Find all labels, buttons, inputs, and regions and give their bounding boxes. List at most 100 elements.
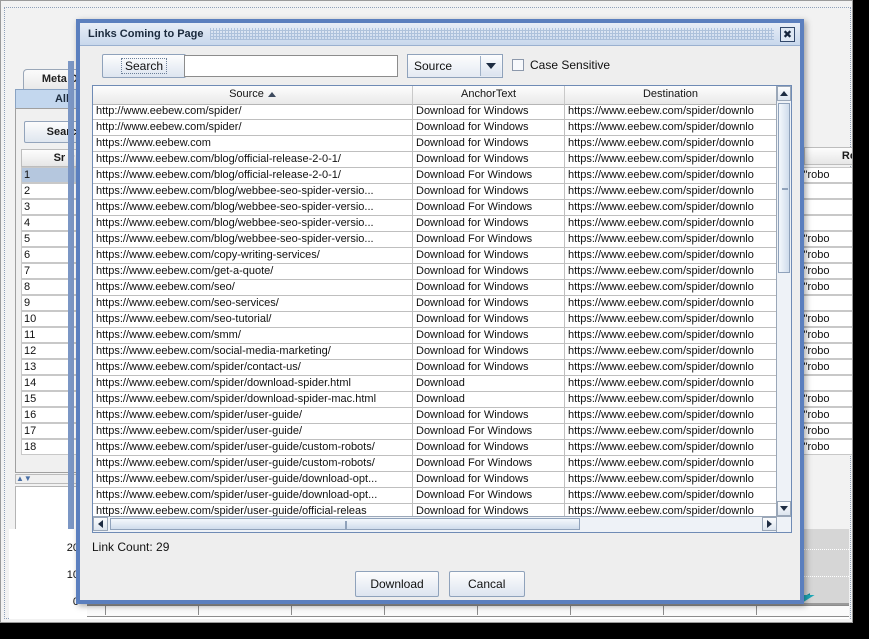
close-icon[interactable]: ✖ bbox=[780, 26, 795, 42]
horizontal-scrollbar-thumb[interactable] bbox=[110, 518, 580, 530]
table-cell: Download For Windows bbox=[413, 488, 565, 504]
table-row[interactable]: https://www.eebew.com/spider/user-guide/… bbox=[93, 488, 777, 504]
table-row[interactable]: https://www.eebew.com/smm/Download for W… bbox=[93, 328, 777, 344]
sr-number: 8 bbox=[24, 281, 31, 293]
table-cell: http://www.eebew.com/spider/ bbox=[93, 120, 413, 136]
sr-number: 16 bbox=[24, 409, 37, 421]
table-cell: https://www.eebew.com/spider/downlo bbox=[565, 328, 777, 344]
table-cell: https://www.eebew.com/blog/webbee-seo-sp… bbox=[93, 184, 413, 200]
table-cell: Download for Windows bbox=[413, 216, 565, 232]
chevron-down-icon[interactable] bbox=[480, 56, 501, 76]
column-header-source[interactable]: Source bbox=[93, 86, 413, 104]
table-row[interactable]: https://www.eebew.com/blog/webbee-seo-sp… bbox=[93, 232, 777, 248]
scroll-right-icon[interactable] bbox=[762, 517, 777, 531]
table-row[interactable]: https://www.eebew.com/seo/Download for W… bbox=[93, 280, 777, 296]
dialog-title-bar[interactable]: Links Coming to Page ✖ bbox=[80, 23, 800, 46]
panel-divider bbox=[68, 61, 74, 551]
dialog-title: Links Coming to Page bbox=[88, 28, 204, 40]
table-row[interactable]: https://www.eebew.com/spider/user-guide/… bbox=[93, 408, 777, 424]
table-cell: https://www.eebew.com/spider/user-guide/… bbox=[93, 440, 413, 456]
table-cell: https://www.eebew.com/spider/downlo bbox=[565, 472, 777, 488]
chart-x-tick bbox=[384, 605, 385, 615]
background-right-panel: Robo e="roboe="roboe="roboe="roboe="robo… bbox=[790, 131, 852, 471]
table-row[interactable]: https://www.eebew.com/blog/official-rele… bbox=[93, 168, 777, 184]
table-cell: https://www.eebew.com/seo-tutorial/ bbox=[93, 312, 413, 328]
table-row[interactable]: https://www.eebew.com/blog/official-rele… bbox=[93, 152, 777, 168]
search-input[interactable] bbox=[184, 55, 398, 77]
table-vertical-scrollbar[interactable] bbox=[776, 86, 791, 516]
chart-x-tick bbox=[477, 605, 478, 615]
table-row[interactable]: https://www.eebew.com/blog/webbee-seo-sp… bbox=[93, 216, 777, 232]
background-column-header-robots[interactable]: Robo bbox=[804, 147, 852, 165]
table-row[interactable]: http://www.eebew.com/spider/Download for… bbox=[93, 120, 777, 136]
sr-number: 2 bbox=[24, 185, 31, 197]
table-cell: Download for Windows bbox=[413, 504, 565, 516]
table-row[interactable]: https://www.eebew.com/spider/contact-us/… bbox=[93, 360, 777, 376]
table-row[interactable]: https://www.eebew.com/blog/webbee-seo-sp… bbox=[93, 200, 777, 216]
vertical-scrollbar-thumb[interactable] bbox=[778, 103, 790, 273]
table-cell: https://www.eebew.com/social-media-marke… bbox=[93, 344, 413, 360]
column-header-destination[interactable]: Destination bbox=[565, 86, 777, 104]
table-horizontal-scrollbar[interactable] bbox=[93, 516, 777, 532]
search-button[interactable]: Search bbox=[102, 54, 186, 78]
table-cell: Download for Windows bbox=[413, 360, 565, 376]
table-cell: https://www.eebew.com/spider/downlo bbox=[565, 440, 777, 456]
table-row[interactable]: https://www.eebew.com/blog/webbee-seo-sp… bbox=[93, 184, 777, 200]
table-row[interactable]: https://www.eebew.com/spider/download-sp… bbox=[93, 376, 777, 392]
table-row[interactable]: https://www.eebew.com Download for Window… bbox=[93, 136, 777, 152]
links-table: Source AnchorText Destination http://www.e… bbox=[92, 85, 792, 533]
cancel-button[interactable]: Cancal bbox=[448, 571, 525, 597]
sr-number: 17 bbox=[24, 425, 37, 437]
table-cell: https://www.eebew.com/blog/official-rele… bbox=[93, 168, 413, 184]
table-cell: https://www.eebew.com/spider/downlo bbox=[565, 200, 777, 216]
search-button-label: Search bbox=[120, 58, 168, 74]
sr-number: 7 bbox=[24, 265, 31, 277]
sr-number: 6 bbox=[24, 249, 31, 261]
table-cell: https://www.eebew.com/spider/downlo bbox=[565, 232, 777, 248]
table-cell: Download for Windows bbox=[413, 296, 565, 312]
scroll-left-icon[interactable] bbox=[93, 517, 108, 531]
table-row[interactable]: https://www.eebew.com/spider/user-guide/… bbox=[93, 504, 777, 516]
search-field-select[interactable]: Source bbox=[407, 54, 503, 78]
table-row[interactable]: https://www.eebew.com/spider/download-sp… bbox=[93, 392, 777, 408]
table-row[interactable]: https://www.eebew.com/spider/user-guide/… bbox=[93, 424, 777, 440]
table-cell: Download bbox=[413, 376, 565, 392]
table-row[interactable]: https://www.eebew.com/get-a-quote/Downlo… bbox=[93, 264, 777, 280]
scroll-down-icon[interactable] bbox=[777, 501, 791, 516]
column-header-label: AnchorText bbox=[460, 88, 517, 100]
table-cell: Download for Windows bbox=[413, 440, 565, 456]
table-cell: https://www.eebew.com/seo/ bbox=[93, 280, 413, 296]
table-cell: https://www.eebew.com/spider/downlo bbox=[565, 264, 777, 280]
table-cell: https://www.eebew.com/get-a-quote/ bbox=[93, 264, 413, 280]
chart-x-tick bbox=[198, 605, 199, 615]
table-row[interactable]: http://www.eebew.com/spider/Download for… bbox=[93, 104, 777, 120]
sort-ascending-icon bbox=[267, 91, 276, 97]
download-button[interactable]: Download bbox=[355, 571, 439, 597]
table-row[interactable]: https://www.eebew.com/seo-services/Downl… bbox=[93, 296, 777, 312]
table-cell: Download For Windows bbox=[413, 200, 565, 216]
table-cell: Download bbox=[413, 392, 565, 408]
table-cell: https://www.eebew.com/blog/webbee-seo-sp… bbox=[93, 200, 413, 216]
table-row[interactable]: https://www.eebew.com/social-media-marke… bbox=[93, 344, 777, 360]
table-row[interactable]: https://www.eebew.com/spider/user-guide/… bbox=[93, 472, 777, 488]
table-row[interactable]: https://www.eebew.com/seo-tutorial/Downl… bbox=[93, 312, 777, 328]
table-row[interactable]: https://www.eebew.com/copy-writing-servi… bbox=[93, 248, 777, 264]
table-row[interactable]: https://www.eebew.com/spider/user-guide/… bbox=[93, 456, 777, 472]
scroll-up-icon[interactable] bbox=[777, 86, 791, 101]
table-cell: https://www.eebew.com/spider/user-guide/… bbox=[93, 504, 413, 516]
table-cell: https://www.eebew.com/spider/downlo bbox=[565, 376, 777, 392]
sr-number: 11 bbox=[24, 329, 36, 341]
table-cell: https://www.eebew.com/spider/user-guide/… bbox=[93, 488, 413, 504]
sr-number: 9 bbox=[24, 297, 31, 309]
table-cell: Download For Windows bbox=[413, 424, 565, 440]
table-cell: https://www.eebew.com/blog/official-rele… bbox=[93, 152, 413, 168]
table-cell: Download For Windows bbox=[413, 456, 565, 472]
column-header-anchortext[interactable]: AnchorText bbox=[413, 86, 565, 104]
table-header-row: Source AnchorText Destination bbox=[93, 86, 777, 105]
table-row[interactable]: https://www.eebew.com/spider/user-guide/… bbox=[93, 440, 777, 456]
sr-number: 12 bbox=[24, 345, 37, 357]
chart-x-axis bbox=[87, 605, 849, 617]
checkbox-box[interactable] bbox=[512, 59, 524, 71]
case-sensitive-checkbox[interactable]: Case Sensitive bbox=[512, 58, 610, 72]
sr-number: 13 bbox=[24, 361, 37, 373]
